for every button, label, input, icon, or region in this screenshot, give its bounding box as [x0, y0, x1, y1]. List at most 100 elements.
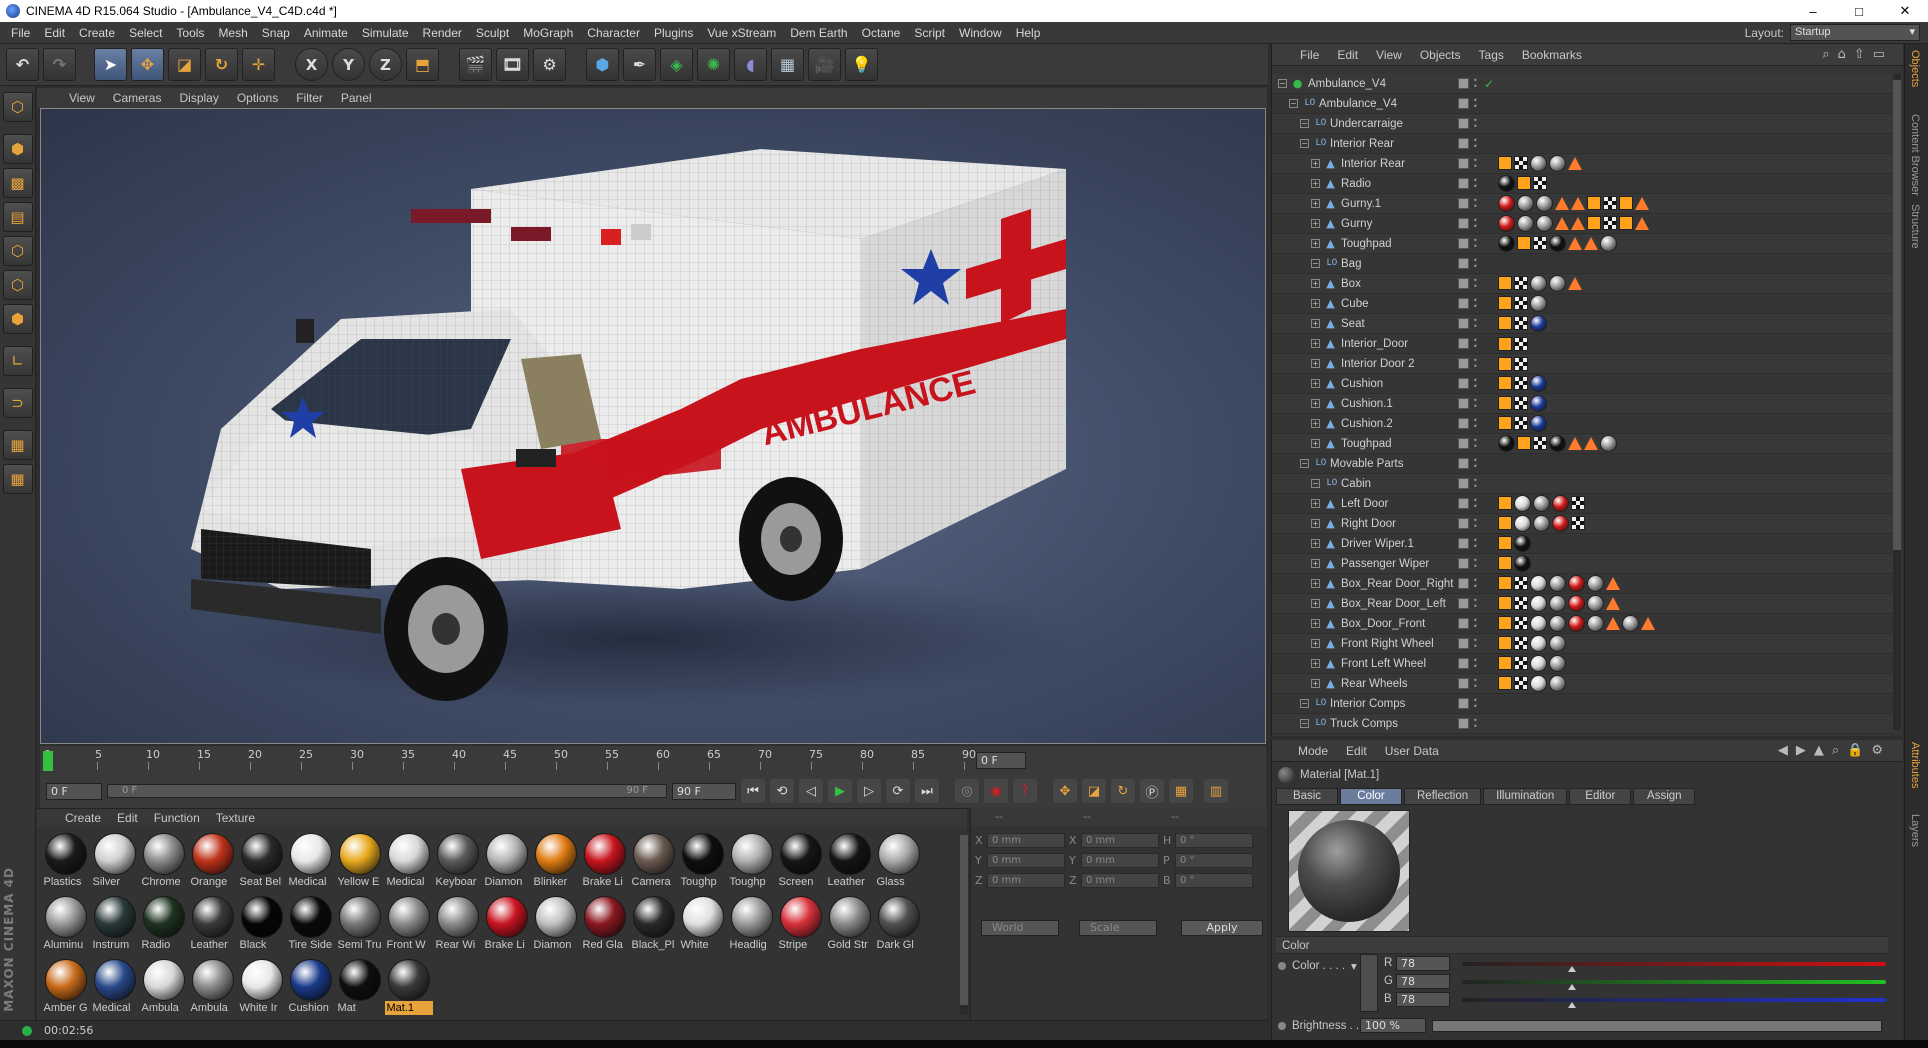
object-name[interactable]: Movable Parts — [1330, 458, 1404, 470]
object-row[interactable]: + ▲ Right Door • • — [1272, 514, 1894, 534]
object-row[interactable]: + ▲ Cushion.1 • • — [1272, 394, 1894, 414]
layout-dropdown[interactable]: Startup — [1790, 24, 1920, 41]
selection-tag-icon[interactable] — [1498, 416, 1512, 430]
object-name[interactable]: Gurny — [1341, 218, 1372, 230]
material-swatch[interactable]: Toughp — [727, 833, 776, 896]
selection-tag-icon[interactable] — [1498, 357, 1512, 371]
brightness-field[interactable]: 100 % — [1360, 1018, 1426, 1033]
visibility-dots-icon[interactable]: • • — [1473, 356, 1478, 370]
expand-toggle-icon[interactable]: + — [1311, 339, 1320, 348]
object-row[interactable]: + ▲ Cushion.2 • • — [1272, 414, 1894, 434]
layer-visibility-icon[interactable] — [1458, 238, 1469, 249]
material-swatch[interactable]: Camera — [629, 833, 678, 896]
menu-item-sculpt[interactable]: Sculpt — [469, 26, 516, 40]
phong-tag-icon[interactable] — [1584, 437, 1598, 450]
expand-toggle-icon[interactable]: + — [1311, 619, 1320, 628]
viewport-menu-filter[interactable]: Filter — [296, 91, 323, 105]
object-row[interactable]: + ▲ Gurny.1 • • — [1272, 194, 1894, 214]
phong-tag-icon[interactable] — [1635, 217, 1649, 230]
new-window-icon[interactable]: ▭ — [1873, 47, 1885, 62]
phong-tag-icon[interactable] — [1568, 157, 1582, 170]
undo-icon[interactable]: ↶ — [6, 48, 39, 81]
phong-tag-icon[interactable] — [1606, 577, 1620, 590]
visibility-dots-icon[interactable]: • • — [1473, 136, 1478, 150]
object-name[interactable]: Cushion.1 — [1341, 398, 1393, 410]
menu-item-file[interactable]: File — [4, 26, 37, 40]
uvw-tag-icon[interactable] — [1514, 337, 1528, 351]
selection-tag-icon[interactable] — [1517, 436, 1531, 450]
selection-tag-icon[interactable] — [1498, 396, 1512, 410]
object-name[interactable]: Toughpad — [1341, 238, 1392, 250]
object-menu-edit[interactable]: Edit — [1337, 48, 1358, 62]
visibility-dots-icon[interactable]: • • — [1473, 616, 1478, 630]
object-name[interactable]: Truck Comps — [1330, 718, 1398, 730]
object-name[interactable]: Interior_Door — [1341, 338, 1408, 350]
scale-tool-icon[interactable]: ◪ — [168, 48, 201, 81]
material-swatch[interactable]: Blinker — [531, 833, 580, 896]
material-tag-icon[interactable] — [1514, 515, 1531, 532]
object-row[interactable]: + ▲ Interior Door 2 • • — [1272, 354, 1894, 374]
material-swatch[interactable]: Medical — [384, 833, 433, 896]
selection-tag-icon[interactable] — [1498, 316, 1512, 330]
select-cursor-icon[interactable]: ➤ — [94, 48, 127, 81]
coord-field[interactable]: 0 mm — [1081, 833, 1159, 848]
deformer-icon[interactable]: ◖ — [734, 48, 767, 81]
coordinate-system-icon[interactable]: ⬒ — [406, 48, 439, 81]
previous-frame-icon[interactable]: ◁ — [799, 779, 823, 803]
material-tag-icon[interactable] — [1549, 235, 1566, 252]
object-name[interactable]: Gurny.1 — [1341, 198, 1381, 210]
object-name[interactable]: Front Left Wheel — [1341, 658, 1426, 670]
uvw-tag-icon[interactable] — [1571, 496, 1585, 510]
y-axis-lock-icon[interactable]: Y — [332, 48, 365, 81]
move-tool-icon[interactable]: ✥ — [131, 48, 164, 81]
record-parameter-icon[interactable]: Ⓟ — [1140, 779, 1164, 803]
grid-lock-icon[interactable]: ▦ — [2, 464, 33, 494]
layer-visibility-icon[interactable] — [1458, 318, 1469, 329]
autokey-icon[interactable]: ◉ — [984, 779, 1008, 803]
material-tag-icon[interactable] — [1517, 215, 1534, 232]
object-row[interactable]: + ▲ Box_Door_Front • • — [1272, 614, 1894, 634]
material-tag-icon[interactable] — [1530, 275, 1547, 292]
uvw-tag-icon[interactable] — [1533, 176, 1547, 190]
object-name[interactable]: Passenger Wiper — [1341, 558, 1429, 570]
layer-visibility-icon[interactable] — [1458, 358, 1469, 369]
coord-field[interactable]: 0 ° — [1175, 853, 1253, 868]
phong-tag-icon[interactable] — [1568, 437, 1582, 450]
expand-toggle-icon[interactable]: − — [1278, 79, 1287, 88]
material-swatch[interactable]: Silver — [90, 833, 139, 896]
material-tag-icon[interactable] — [1498, 215, 1515, 232]
record-position-icon[interactable]: ✥ — [1053, 779, 1077, 803]
uvw-tag-icon[interactable] — [1603, 216, 1617, 230]
visibility-dots-icon[interactable]: • • — [1473, 716, 1478, 730]
material-swatch[interactable]: Toughp — [678, 833, 727, 896]
visibility-dots-icon[interactable]: • • — [1473, 316, 1478, 330]
expand-toggle-icon[interactable]: + — [1311, 319, 1320, 328]
attribute-menu-mode[interactable]: Mode — [1298, 744, 1328, 758]
visibility-dots-icon[interactable]: • • — [1473, 656, 1478, 670]
object-name[interactable]: Box_Door_Front — [1341, 618, 1425, 630]
layer-visibility-icon[interactable] — [1458, 138, 1469, 149]
end-frame-field[interactable]: 90 F — [672, 782, 736, 800]
selection-tag-icon[interactable] — [1498, 276, 1512, 290]
material-swatch[interactable]: Cushion — [286, 959, 335, 1022]
r-field[interactable]: 78 — [1396, 956, 1450, 971]
material-tag-icon[interactable] — [1498, 195, 1515, 212]
visibility-dots-icon[interactable]: • • — [1473, 496, 1478, 510]
b-slider-knob[interactable] — [1568, 1002, 1576, 1008]
minimize-button[interactable]: – — [1790, 0, 1836, 22]
material-tag-icon[interactable] — [1587, 595, 1604, 612]
snap-magnet-icon[interactable]: ⊃ — [2, 388, 33, 418]
layer-visibility-icon[interactable] — [1458, 558, 1469, 569]
selection-tag-icon[interactable] — [1498, 296, 1512, 310]
menu-item-mesh[interactable]: Mesh — [211, 26, 254, 40]
phong-tag-icon[interactable] — [1571, 217, 1585, 230]
object-row[interactable]: + ▲ Driver Wiper.1 • • — [1272, 534, 1894, 554]
expand-toggle-icon[interactable]: + — [1311, 399, 1320, 408]
attribute-menu-edit[interactable]: Edit — [1346, 744, 1367, 758]
object-row[interactable]: + ▲ Cushion • • — [1272, 374, 1894, 394]
record-pla-icon[interactable]: ▦ — [1169, 779, 1193, 803]
expand-toggle-icon[interactable]: − — [1300, 699, 1309, 708]
expand-toggle-icon[interactable]: + — [1311, 639, 1320, 648]
material-swatch[interactable]: Front W — [384, 896, 433, 959]
spline-pen-icon[interactable]: ✒ — [623, 48, 656, 81]
